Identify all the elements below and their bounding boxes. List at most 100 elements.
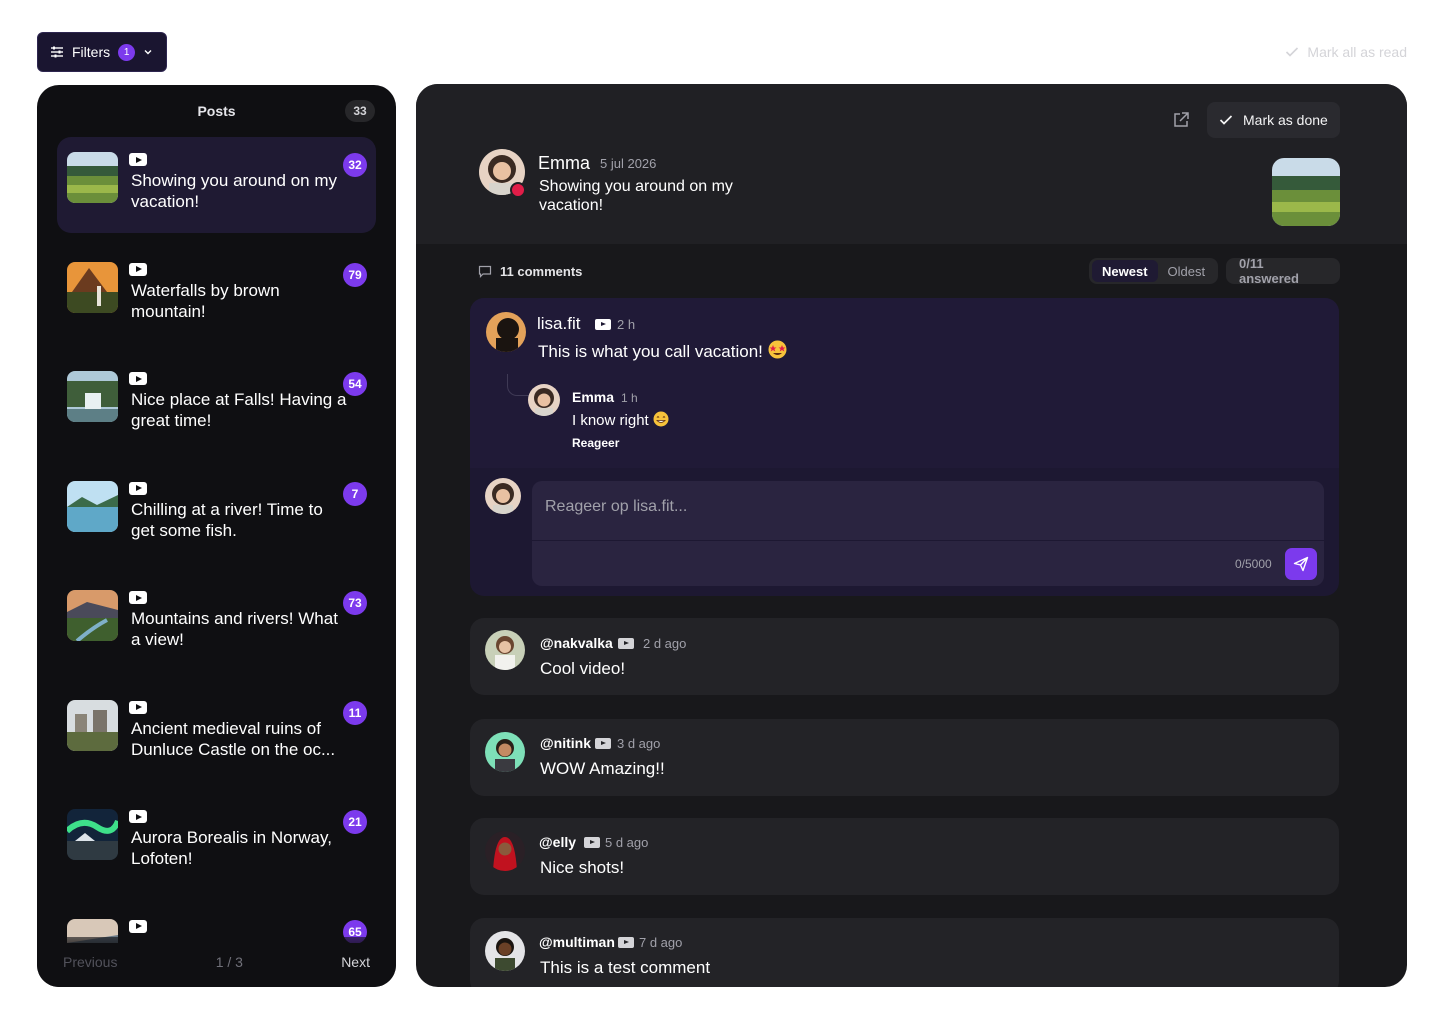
youtube-icon <box>129 481 147 495</box>
post-title: Nice place at Falls! Having a great time… <box>131 390 347 430</box>
commenter-avatar <box>485 732 525 772</box>
comment-time: 3 d ago <box>617 736 661 751</box>
post-thumbnail <box>67 699 118 751</box>
youtube-icon <box>618 937 634 948</box>
thread-content: lisa.fit 2 h This is what you call vacat… <box>470 298 1339 468</box>
post-title: Waterfalls by brown mountain! <box>131 280 280 321</box>
post-count-badge: 73 <box>343 591 367 615</box>
comment-card[interactable]: @nakvalka 2 d ago Cool video! <box>470 618 1339 695</box>
filters-button[interactable]: Filters 1 <box>37 32 167 72</box>
post-count-badge: 7 <box>343 481 367 506</box>
post-count-badge: 54 <box>343 372 367 396</box>
post-count-badge: 21 <box>343 810 367 834</box>
grin-emoji-icon <box>653 411 669 431</box>
commenter-name: @multiman <box>539 934 615 950</box>
post-count-badge: 32 <box>343 153 367 177</box>
comment-time: 2 h <box>617 317 636 332</box>
post-thumbnail <box>67 480 118 532</box>
comment-icon <box>478 265 492 278</box>
post-count-badge: 11 <box>343 700 367 725</box>
comment-text: Cool video! <box>540 659 626 678</box>
commenter-name: @nakvalka <box>540 635 613 651</box>
star-struck-emoji-icon <box>768 340 787 364</box>
post-item[interactable]: Aurora Borealis in Norway, Lofoten! 21 <box>57 794 376 890</box>
filters-label: Filters <box>72 44 111 60</box>
post-item[interactable]: Ancient medieval ruins of Dunluce Castle… <box>57 685 376 781</box>
reply-composer-avatar <box>485 478 521 514</box>
post-caption: Showing you around on my vacation! <box>539 178 733 214</box>
mark-all-read-button[interactable]: Mark all as read <box>1285 44 1407 60</box>
commenter-name: @elly <box>539 834 577 850</box>
post-thumbnail <box>67 371 118 422</box>
sort-newest-button[interactable]: Newest <box>1092 260 1158 282</box>
reply-action-button[interactable]: Reageer <box>572 436 619 450</box>
author-name: Emma <box>538 153 591 173</box>
page-indicator: 1 / 3 <box>215 954 243 970</box>
post-count-badge: 79 <box>343 262 367 287</box>
reply-text-value: I know right <box>572 412 649 429</box>
comment-text: WOW Amazing!! <box>540 759 665 778</box>
post-title: Aurora Borealis in Norway, Lofoten! <box>131 828 332 868</box>
external-link-icon[interactable] <box>1172 111 1190 129</box>
youtube-icon <box>129 153 147 166</box>
comments-toolbar: 11 comments Newest Oldest 0/11 answered <box>478 256 1340 288</box>
post-item[interactable]: Showing you around on my vacation! 32 <box>57 137 376 233</box>
post-item[interactable]: Chilling at a river! Time to get some fi… <box>57 466 376 562</box>
next-button[interactable]: Next <box>341 954 370 970</box>
mark-as-done-button[interactable]: Mark as done <box>1207 102 1340 138</box>
comment-text: Nice shots! <box>540 858 625 877</box>
comment-time: 2 d ago <box>643 636 687 651</box>
current-user-avatar-image <box>485 563 521 596</box>
post-item[interactable]: Waterfalls by brown mountain! 79 <box>57 247 376 343</box>
reply-text: I know right <box>572 411 669 431</box>
posts-header: Posts 33 <box>37 85 396 137</box>
post-title: Ancient medieval ruins of Dunluce Castle… <box>131 718 336 759</box>
reply-input[interactable] <box>545 492 1285 522</box>
post-item[interactable]: Mountains and rivers! What a view! 73 <box>57 575 376 671</box>
reply-composer: 0/5000 <box>532 481 1324 586</box>
posts-title: Posts <box>197 103 236 119</box>
check-icon <box>1219 115 1233 125</box>
comment-card[interactable]: @elly 5 d ago Nice shots! <box>470 818 1339 895</box>
youtube-badge-icon <box>510 182 526 198</box>
youtube-icon <box>129 372 147 385</box>
comment-time: 5 d ago <box>605 835 649 850</box>
composer-divider <box>532 540 1324 541</box>
comment-time: 7 d ago <box>639 935 683 950</box>
reply-author-name: Emma <box>572 389 615 405</box>
previous-button[interactable]: Previous <box>63 954 117 970</box>
post-detail-panel: Mark as done Emma 5 jul 2026 Showing you… <box>416 84 1407 987</box>
page: Filters 1 Mark all as read Posts 33 Show… <box>0 0 1444 1029</box>
post-list: Showing you around on my vacation! 32 Wa… <box>37 137 396 943</box>
comment-card[interactable]: @nitink 3 d ago WOW Amazing!! <box>470 719 1339 796</box>
post-item[interactable]: Nice place at Falls! Having a great time… <box>57 356 376 452</box>
youtube-icon <box>129 919 147 933</box>
comment-thread: lisa.fit 2 h This is what you call vacat… <box>470 298 1339 596</box>
youtube-icon <box>129 262 147 276</box>
post-thumbnail <box>67 261 118 313</box>
send-button[interactable] <box>1285 548 1317 580</box>
post-date: 5 jul 2026 <box>600 156 657 171</box>
reply-connector <box>507 374 529 396</box>
reply-avatar <box>528 384 560 416</box>
post-thumbnail <box>67 152 118 203</box>
youtube-icon <box>618 638 634 649</box>
comments-count: 11 comments <box>478 264 582 279</box>
sort-oldest-button[interactable]: Oldest <box>1158 260 1216 282</box>
answered-filter-button[interactable]: 0/11 answered <box>1226 256 1340 286</box>
commenter-avatar <box>485 931 525 971</box>
pagination: Previous 1 / 3 Next <box>37 937 396 987</box>
youtube-icon <box>129 810 147 823</box>
post-title: Mountains and rivers! What a view! <box>131 609 338 649</box>
commenter-name: @nitink <box>540 735 591 751</box>
posts-panel: Posts 33 Showing you around on my vacati… <box>37 85 396 987</box>
reply-time: 1 h <box>621 391 638 405</box>
comment-card[interactable]: @multiman 7 d ago This is a test comment <box>470 918 1339 987</box>
post-thumbnail <box>67 809 118 860</box>
commenter-name: lisa.fit <box>537 314 581 333</box>
post-detail-header: Mark as done Emma 5 jul 2026 Showing you… <box>416 84 1407 244</box>
commenter-avatar <box>486 312 526 352</box>
commenter-avatar <box>485 831 525 871</box>
sort-toggle: Newest Oldest <box>1089 258 1219 284</box>
commenter-avatar <box>485 630 525 670</box>
